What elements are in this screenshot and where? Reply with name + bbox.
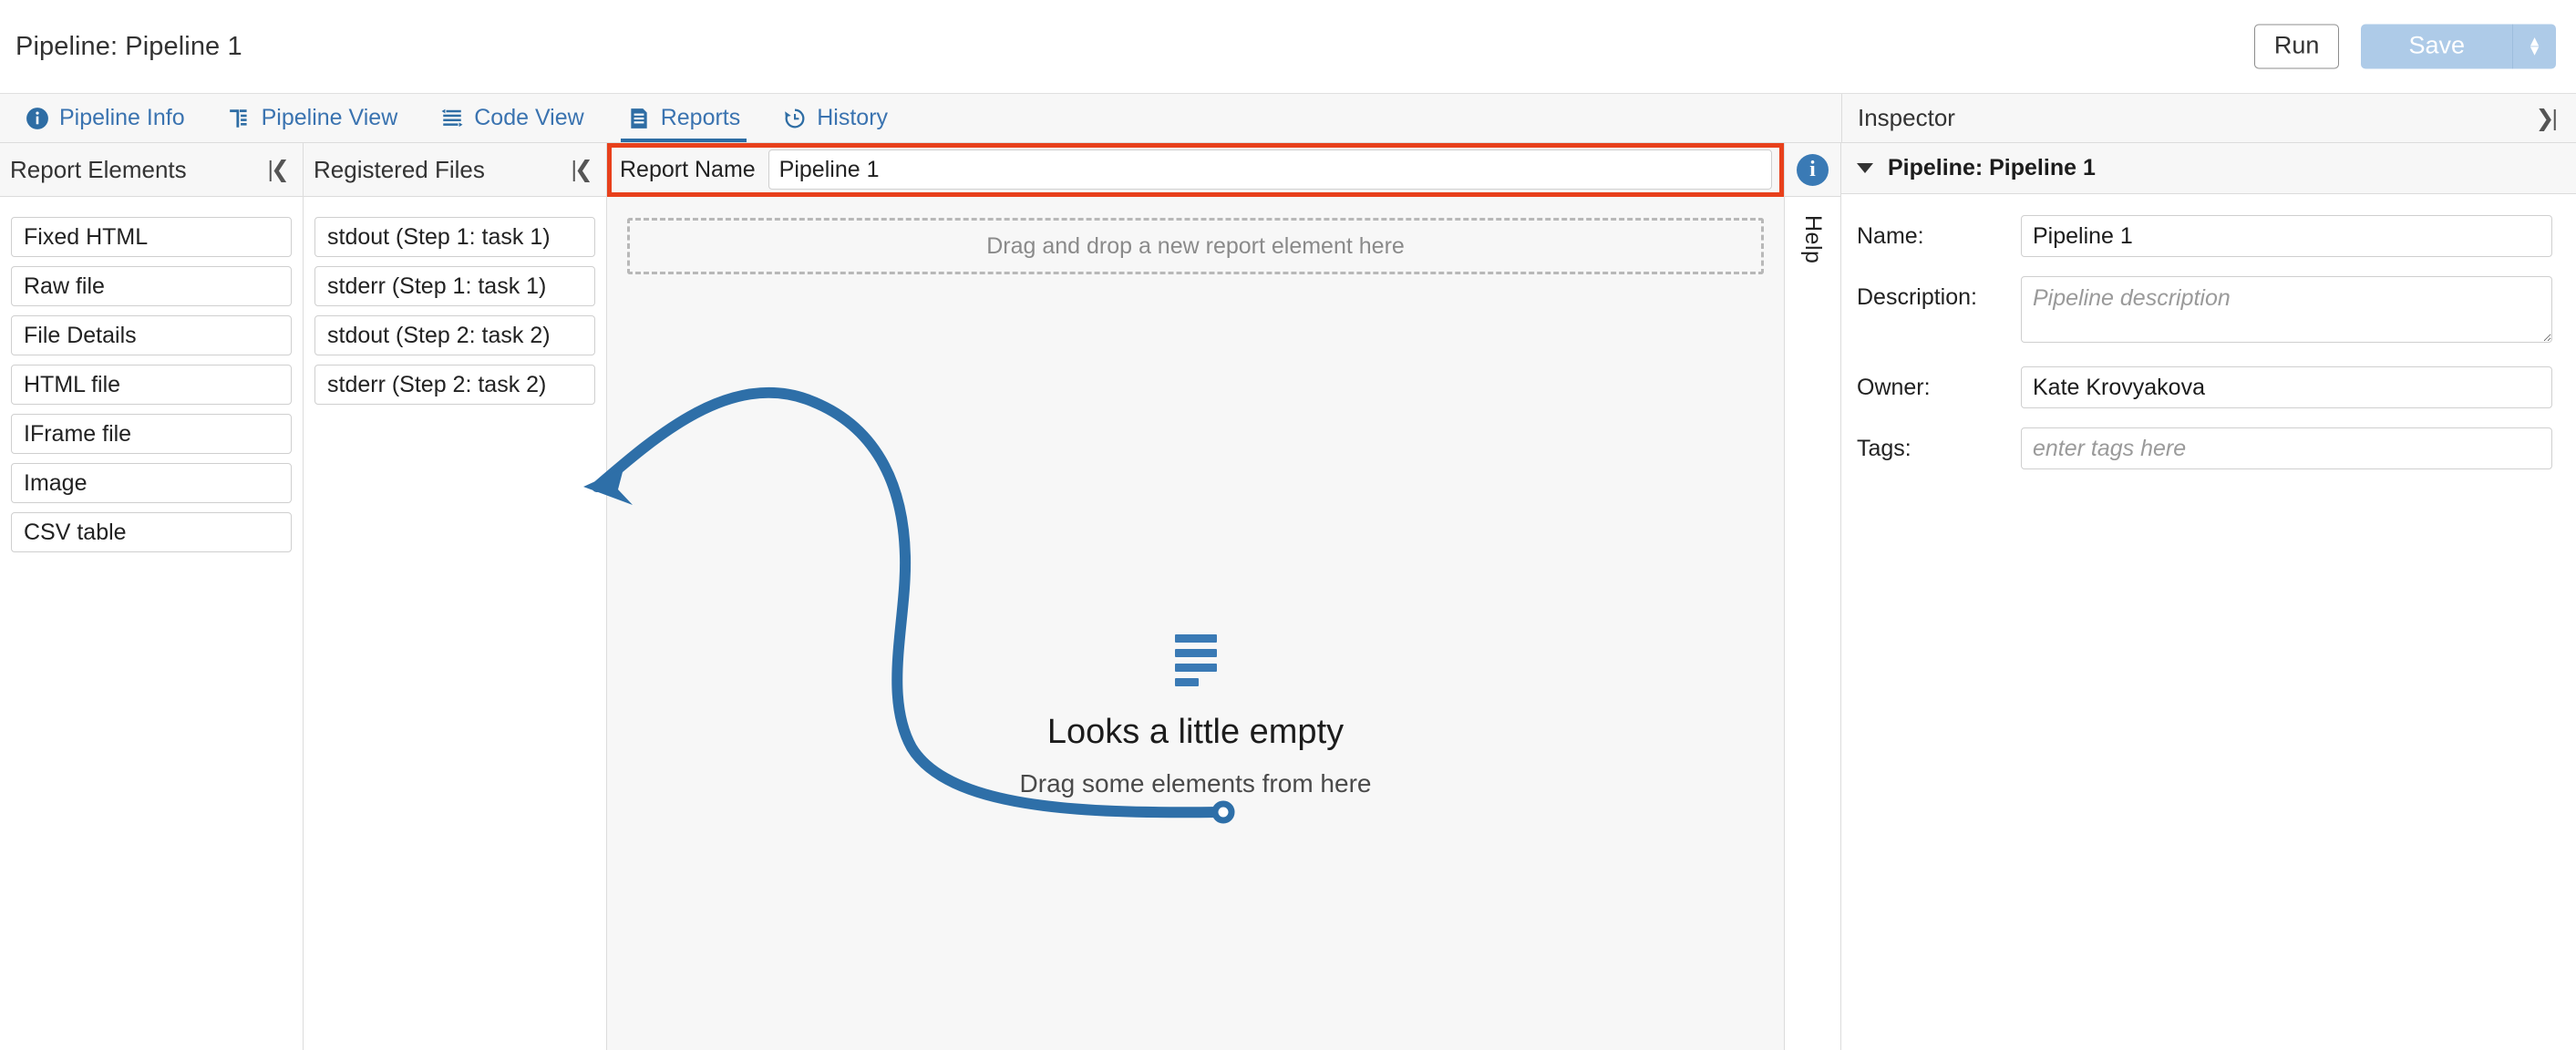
inspector-section-title: Pipeline: Pipeline 1 — [1888, 155, 2096, 180]
field-control — [2021, 427, 2552, 469]
tab-reports[interactable]: Reports — [610, 94, 758, 142]
field-control — [2021, 215, 2552, 257]
help-info-cell: i — [1785, 143, 1840, 197]
list-item[interactable]: Image — [11, 463, 292, 503]
page-title: Pipeline: Pipeline 1 — [15, 31, 242, 61]
report-elements-panel: Report Elements |❮ Fixed HTML Raw file F… — [0, 143, 304, 1050]
tab-label: Pipeline Info — [59, 105, 185, 130]
inspector-panel: Pipeline: Pipeline 1 Name: Description: … — [1841, 143, 2576, 1050]
item-label: stderr (Step 1: task 1) — [327, 273, 547, 299]
empty-state-subtitle: Drag some elements from here — [1019, 769, 1372, 798]
caret-down-icon: ▼ — [2527, 42, 2542, 58]
tab-pipeline-view[interactable]: Pipeline View — [211, 94, 416, 142]
registered-files-header: Registered Files |❮ — [304, 143, 606, 197]
tab-pipeline-info[interactable]: Pipeline Info — [8, 94, 202, 142]
list-item[interactable]: stderr (Step 2: task 2) — [314, 365, 595, 405]
field-row-owner: Owner: — [1857, 366, 2552, 408]
list-item[interactable]: File Details — [11, 315, 292, 355]
report-name-input[interactable] — [768, 149, 1772, 190]
chevron-down-icon[interactable] — [1857, 163, 1873, 173]
field-row-name: Name: — [1857, 215, 2552, 257]
list-item[interactable]: IFrame file — [11, 414, 292, 454]
field-row-description: Description: — [1857, 276, 2552, 347]
inspector-header: Inspector ❯| — [1841, 94, 2576, 142]
info-glyph: i — [1809, 157, 1816, 181]
list-item[interactable]: Fixed HTML — [11, 217, 292, 257]
item-label: CSV table — [24, 519, 127, 545]
owner-field[interactable] — [2021, 366, 2552, 408]
report-name-bar: Report Name — [607, 143, 1784, 197]
clock-rewind-icon — [783, 107, 807, 130]
report-name-label: Report Name — [620, 156, 756, 182]
info-circle-icon — [26, 107, 49, 130]
report-editor: Report Name Drag and drop a new report e… — [607, 143, 1785, 1050]
name-field[interactable] — [2021, 215, 2552, 257]
item-label: Image — [24, 469, 88, 496]
list-item[interactable]: stdout (Step 2: task 2) — [314, 315, 595, 355]
collapse-right-icon[interactable]: ❯| — [2536, 105, 2559, 132]
tab-list: Pipeline Info Pipeline View Code View Re… — [0, 94, 1841, 142]
item-label: IFrame file — [24, 420, 132, 447]
item-label: stderr (Step 2: task 2) — [327, 371, 547, 397]
tab-code-view[interactable]: Code View — [423, 94, 601, 142]
main-body: Report Elements |❮ Fixed HTML Raw file F… — [0, 143, 2576, 1050]
description-field[interactable] — [2021, 276, 2552, 343]
item-label: Fixed HTML — [24, 223, 149, 250]
code-lines-icon — [440, 107, 464, 130]
inspector-section-header[interactable]: Pipeline: Pipeline 1 — [1841, 143, 2576, 194]
tab-label: Reports — [660, 105, 741, 130]
field-label: Tags: — [1857, 436, 1911, 461]
inspector-fields: Name: Description: Owner: Tags: — [1841, 194, 2576, 489]
title-bar: Pipeline: Pipeline 1 Run Save ▲ ▼ — [0, 0, 2576, 94]
report-elements-list: Fixed HTML Raw file File Details HTML fi… — [0, 197, 303, 552]
tab-bar: Pipeline Info Pipeline View Code View Re… — [0, 94, 2576, 143]
tags-field[interactable] — [2021, 427, 2552, 469]
list-item[interactable]: Raw file — [11, 266, 292, 306]
save-button-group: Save ▲ ▼ — [2361, 24, 2556, 69]
list-item[interactable]: CSV table — [11, 512, 292, 552]
panel-title: Report Elements — [10, 155, 187, 183]
report-canvas: Drag and drop a new report element here … — [607, 197, 1784, 1050]
run-button[interactable]: Run — [2253, 24, 2340, 69]
item-label: Raw file — [24, 273, 105, 299]
title-bar-actions: Run Save ▲ ▼ — [2253, 24, 2556, 69]
field-row-tags: Tags: — [1857, 427, 2552, 469]
field-label: Owner: — [1857, 375, 1931, 400]
help-tab[interactable]: Help — [1799, 215, 1826, 263]
help-rail: i Help — [1785, 143, 1841, 1050]
save-button[interactable]: Save — [2361, 24, 2512, 69]
tab-label: History — [817, 105, 889, 130]
list-item[interactable]: stderr (Step 1: task 1) — [314, 266, 595, 306]
registered-files-panel: Registered Files |❮ stdout (Step 1: task… — [304, 143, 607, 1050]
collapse-left-icon[interactable]: |❮ — [268, 156, 291, 183]
collapse-left-icon[interactable]: |❮ — [572, 156, 594, 183]
pipeline-tree-icon — [228, 107, 252, 130]
panel-title: Registered Files — [314, 155, 485, 183]
document-lines-icon — [627, 107, 651, 130]
field-label: Description: — [1857, 284, 1977, 310]
report-dropzone[interactable]: Drag and drop a new report element here — [627, 218, 1764, 274]
save-dropdown-button[interactable]: ▲ ▼ — [2512, 24, 2556, 69]
item-label: File Details — [24, 322, 137, 348]
dropzone-label: Drag and drop a new report element here — [986, 232, 1405, 259]
report-elements-header: Report Elements |❮ — [0, 143, 303, 197]
tab-history[interactable]: History — [766, 94, 905, 142]
item-label: stdout (Step 1: task 1) — [327, 223, 551, 250]
registered-files-list: stdout (Step 1: task 1) stderr (Step 1: … — [304, 197, 606, 405]
tab-label: Pipeline View — [261, 105, 398, 130]
list-item[interactable]: stdout (Step 1: task 1) — [314, 217, 595, 257]
inspector-title: Inspector — [1858, 104, 1955, 131]
item-label: HTML file — [24, 371, 121, 397]
field-control — [2021, 276, 2552, 347]
item-label: stdout (Step 2: task 2) — [327, 322, 551, 348]
field-control — [2021, 366, 2552, 408]
empty-state-title: Looks a little empty — [1046, 713, 1345, 751]
list-item[interactable]: HTML file — [11, 365, 292, 405]
tab-label: Code View — [474, 105, 584, 130]
info-circle-icon[interactable]: i — [1797, 153, 1829, 186]
empty-state: Looks a little empty Drag some elements … — [607, 634, 1784, 798]
document-lines-placeholder-icon — [1174, 634, 1217, 686]
field-label: Name: — [1857, 223, 1924, 249]
